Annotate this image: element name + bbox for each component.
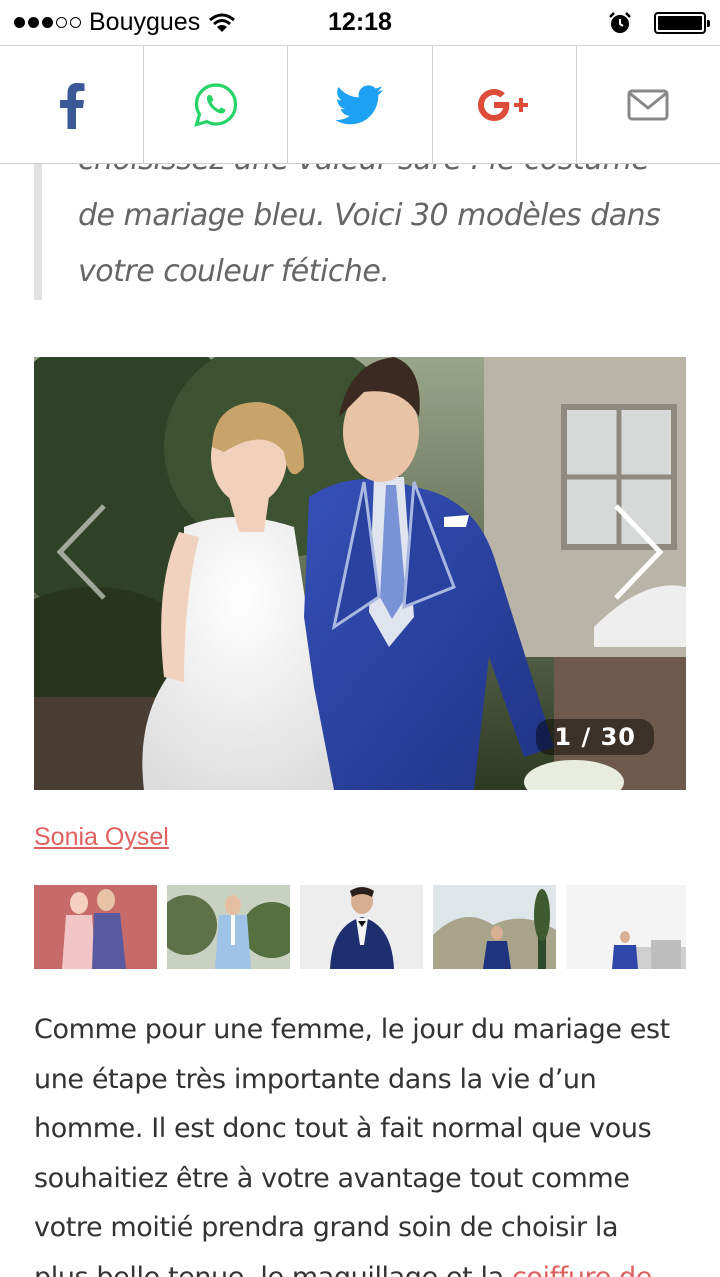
- status-right: [608, 11, 710, 35]
- previous-slide-arrow-icon[interactable]: [52, 502, 112, 602]
- twitter-share-button[interactable]: [288, 46, 433, 163]
- google-plus-icon: [478, 88, 529, 121]
- quote-line: votre couleur fétiche.: [78, 254, 390, 289]
- envelope-icon: [627, 89, 669, 120]
- whatsapp-icon: [193, 82, 237, 127]
- email-share-button[interactable]: [577, 46, 720, 163]
- status-left: Bouygues: [14, 8, 236, 37]
- body-line: Comme pour une femme, le jour du mariage…: [34, 1014, 670, 1045]
- body-line-text: plus belle tenue, le maquillage et la: [34, 1261, 512, 1277]
- gallery-thumbnail[interactable]: [167, 885, 290, 969]
- body-line: souhaitiez être à votre avantage tout co…: [34, 1162, 630, 1194]
- photo-credit-link[interactable]: Sonia Oysel: [34, 823, 169, 852]
- alarm-icon: [609, 11, 631, 33]
- google-plus-share-button[interactable]: [433, 46, 577, 163]
- gallery-thumbnail[interactable]: [433, 885, 556, 969]
- gallery-thumbnail[interactable]: [300, 885, 423, 969]
- gallery-thumbnail[interactable]: [34, 885, 157, 969]
- body-line: homme. Il est donc tout à fait normal qu…: [34, 1113, 652, 1144]
- signal-strength-icon: [14, 17, 81, 28]
- article-body: Comme pour une femme, le jour du mariage…: [34, 1005, 694, 1277]
- wifi-icon: [209, 13, 236, 32]
- next-slide-arrow-icon[interactable]: [608, 502, 668, 602]
- gallery-thumbnail[interactable]: [566, 885, 686, 969]
- carrier-name: Bouygues: [89, 8, 201, 36]
- slide-counter: 1 / 30: [536, 719, 654, 755]
- body-line: une étape très importante dans la vie d’…: [34, 1063, 597, 1095]
- quote-line: de mariage bleu. Voici 30 modèles dans: [78, 198, 661, 233]
- hairstyle-link[interactable]: coiffure de: [512, 1262, 652, 1277]
- gallery-thumbnails: [34, 885, 686, 969]
- photo-gallery-slider[interactable]: 1 / 30: [34, 357, 686, 790]
- battery-icon: [654, 11, 710, 34]
- facebook-icon: [59, 82, 85, 129]
- whatsapp-share-button[interactable]: [144, 46, 289, 163]
- share-bar: [0, 46, 720, 164]
- twitter-icon: [336, 84, 383, 124]
- body-line: votre moitié prendra grand soin de chois…: [34, 1212, 619, 1243]
- facebook-share-button[interactable]: [0, 46, 145, 163]
- body-line: plus belle tenue, le maquillage et la co…: [34, 1253, 694, 1277]
- status-bar: Bouygues 12:18: [0, 0, 720, 46]
